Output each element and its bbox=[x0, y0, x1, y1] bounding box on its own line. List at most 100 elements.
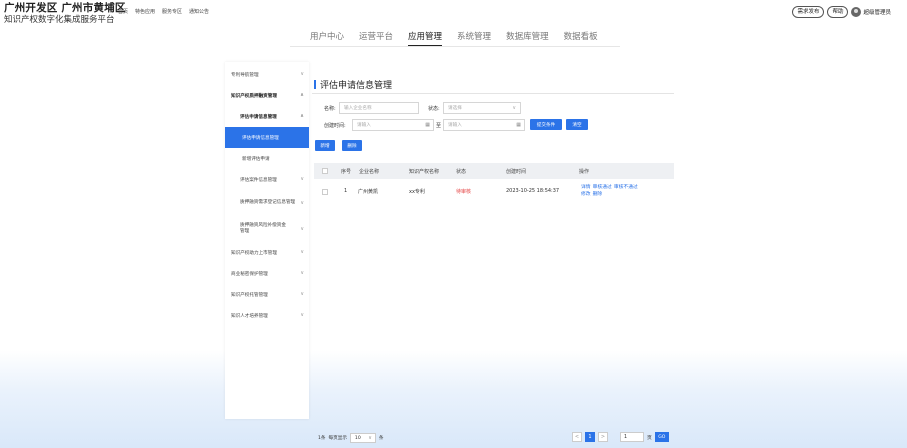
sidebar-item-label: 商业秘密保护管理 bbox=[231, 271, 268, 277]
go-button[interactable]: GO bbox=[654, 432, 669, 442]
chevron-down-icon: ∨ bbox=[300, 200, 304, 206]
cell-ip-name: xx专利 bbox=[409, 189, 425, 195]
chevron-down-icon: ∨ bbox=[300, 226, 304, 232]
add-button[interactable]: 新增 bbox=[315, 140, 335, 151]
goto-page-input[interactable]: 1 bbox=[620, 432, 644, 442]
top-nav-home[interactable]: 首页 bbox=[118, 8, 128, 15]
sidebar-item-patent-nav[interactable]: 专利导航管理 ∨ bbox=[225, 64, 309, 85]
col-ip-name: 知识产权名称 bbox=[409, 169, 440, 175]
top-nav-service[interactable]: 服务专区 bbox=[162, 8, 182, 15]
edit-link[interactable]: 修改 bbox=[581, 192, 591, 197]
chevron-up-icon: ∧ bbox=[299, 92, 304, 98]
brand-title: 广州开发区 广州市黄埔区 bbox=[4, 2, 126, 14]
sidebar-item-label: 质押融资风险补偿资金管理 bbox=[240, 223, 286, 234]
prev-page-button[interactable]: < bbox=[572, 432, 582, 442]
pagination-controls: < 1 > 1 页 GO bbox=[572, 432, 669, 442]
sidebar-item-label: 知识产权质押融资管理 bbox=[231, 93, 277, 99]
page-title-text: 评估申请信息管理 bbox=[320, 81, 393, 91]
delete-button[interactable]: 删除 bbox=[342, 140, 362, 151]
sidebar-item-talent[interactable]: 知识人才培养管理 ∨ bbox=[225, 305, 309, 326]
user-name: 超级管理员 bbox=[863, 10, 891, 16]
help-button[interactable]: 帮助 bbox=[827, 6, 849, 18]
brand: 广州开发区 广州市黄埔区 知识产权数字化集成服务平台 bbox=[4, 2, 126, 26]
cell-created: 2023-10-25 18:54:37 bbox=[506, 188, 560, 194]
header-actions: 需求发布 帮助 超级管理员 bbox=[792, 6, 891, 18]
avatar bbox=[851, 7, 862, 17]
sidebar-item-risk-compensation[interactable]: 质押融资风险补偿资金管理 ∨ bbox=[225, 216, 309, 242]
sidebar-item-evaluation-manage[interactable]: 评估申请信息管理 bbox=[225, 127, 309, 148]
chevron-down-icon: ∨ bbox=[300, 291, 304, 297]
requirement-button[interactable]: 需求发布 bbox=[792, 6, 825, 18]
cell-company: 广州黄凯 bbox=[358, 189, 379, 195]
tab-operation[interactable]: 运营平台 bbox=[359, 30, 393, 46]
cell-index: 1 bbox=[344, 188, 348, 194]
top-nav-featured[interactable]: 特色应用 bbox=[135, 8, 155, 15]
sidebar: 专利导航管理 ∨ 知识产权质押融资管理 ∧ 评估申请信息管理 ∧ 评估申请信息管… bbox=[225, 62, 309, 419]
total-count: 1条 bbox=[318, 436, 326, 441]
chevron-down-icon: ∨ bbox=[512, 105, 516, 111]
name-label: 名称: bbox=[324, 106, 336, 112]
sidebar-item-label: 新增评估申请 bbox=[242, 156, 270, 162]
sidebar-item-label: 评估申请信息管理 bbox=[240, 114, 277, 120]
row-checkbox[interactable] bbox=[322, 189, 328, 195]
row-actions: 详情 审核通过 审核不通过 修改 删除 bbox=[581, 185, 661, 198]
title-divider bbox=[312, 93, 674, 94]
date-separator: 至 bbox=[436, 123, 442, 129]
status-label: 状态: bbox=[428, 106, 440, 112]
per-page-label: 每页显示 bbox=[328, 436, 347, 441]
per-page-select[interactable]: 10 ∨ bbox=[349, 433, 376, 443]
calendar-icon: ▦ bbox=[425, 122, 430, 128]
sidebar-item-demand-register[interactable]: 质押融资需求登记信息管理 ∨ bbox=[225, 190, 309, 216]
sidebar-item-case-info[interactable]: 评估案件信息管理 ∨ bbox=[225, 169, 309, 190]
status-select[interactable]: 请选择 ∨ bbox=[443, 102, 521, 114]
detail-link[interactable]: 详情 bbox=[581, 185, 591, 190]
row-delete-link[interactable]: 删除 bbox=[593, 192, 603, 197]
next-page-button[interactable]: > bbox=[598, 432, 608, 442]
sidebar-item-pledge-financing[interactable]: 知识产权质押融资管理 ∧ bbox=[225, 85, 309, 106]
col-actions: 操作 bbox=[579, 169, 590, 175]
chevron-down-icon: ∨ bbox=[300, 176, 304, 182]
chevron-down-icon: ∨ bbox=[300, 249, 304, 255]
sidebar-item-label: 评估申请信息管理 bbox=[242, 135, 279, 141]
chevron-down-icon: ∨ bbox=[368, 435, 372, 441]
tab-system[interactable]: 系统管理 bbox=[457, 30, 491, 46]
brand-subtitle: 知识产权数字化集成服务平台 bbox=[4, 15, 115, 25]
sidebar-item-label: 质押融资需求登记信息管理 bbox=[240, 200, 296, 205]
col-company: 企业名称 bbox=[359, 169, 380, 175]
tab-database[interactable]: 数据库管理 bbox=[506, 30, 549, 46]
tab-user-center[interactable]: 用户中心 bbox=[310, 30, 344, 46]
reject-link[interactable]: 审核不通过 bbox=[614, 185, 638, 190]
submit-filter-button[interactable]: 提交条件 bbox=[530, 119, 562, 130]
top-nav: 首页 特色应用 服务专区 通知公告 bbox=[118, 8, 209, 15]
start-date-input[interactable]: 请输入 ▦ bbox=[352, 119, 434, 131]
end-date-input[interactable]: 请输入 ▦ bbox=[443, 119, 525, 131]
sidebar-item-ip-custody[interactable]: 知识产权托管管理 ∨ bbox=[225, 284, 309, 305]
chevron-down-icon: ∨ bbox=[300, 71, 304, 77]
sidebar-item-ipo-support[interactable]: 知识产权助力上市管理 ∨ bbox=[225, 242, 309, 263]
page-button-current[interactable]: 1 bbox=[585, 432, 595, 442]
col-created: 创建时间 bbox=[506, 169, 527, 175]
clear-button[interactable]: 清空 bbox=[566, 119, 588, 130]
tab-dashboard[interactable]: 数据看板 bbox=[564, 30, 598, 46]
table-header: 序号 企业名称 知识产权名称 状态 创建时间 操作 bbox=[314, 163, 674, 179]
created-time-label: 创建时间: bbox=[324, 123, 346, 129]
sidebar-item-label: 专利导航管理 bbox=[231, 72, 259, 78]
cell-status: 待审核 bbox=[456, 189, 472, 195]
sidebar-item-trade-secret[interactable]: 商业秘密保护管理 ∨ bbox=[225, 263, 309, 284]
tab-app-management[interactable]: 应用管理 bbox=[408, 30, 443, 46]
calendar-icon: ▦ bbox=[516, 122, 521, 128]
select-all-checkbox[interactable] bbox=[322, 168, 328, 174]
sidebar-item-label: 知识人才培养管理 bbox=[231, 313, 268, 319]
sidebar-item-evaluation-group[interactable]: 评估申请信息管理 ∧ bbox=[225, 106, 309, 127]
name-input[interactable]: 输入企业名称 bbox=[339, 102, 419, 114]
page-title: 评估申请信息管理 bbox=[314, 78, 392, 91]
sidebar-item-new-evaluation[interactable]: 新增评估申请 bbox=[225, 148, 309, 169]
page-unit: 页 bbox=[647, 435, 652, 441]
pagination-info: 1条 每页显示 10 ∨ 条 bbox=[318, 433, 384, 443]
sidebar-item-label: 知识产权托管管理 bbox=[231, 292, 268, 298]
chevron-down-icon: ∨ bbox=[300, 312, 304, 318]
approve-link[interactable]: 审核通过 bbox=[593, 185, 612, 190]
sidebar-item-label: 知识产权助力上市管理 bbox=[231, 250, 277, 256]
top-nav-notice[interactable]: 通知公告 bbox=[189, 8, 209, 15]
user-menu[interactable]: 超级管理员 bbox=[851, 7, 891, 17]
